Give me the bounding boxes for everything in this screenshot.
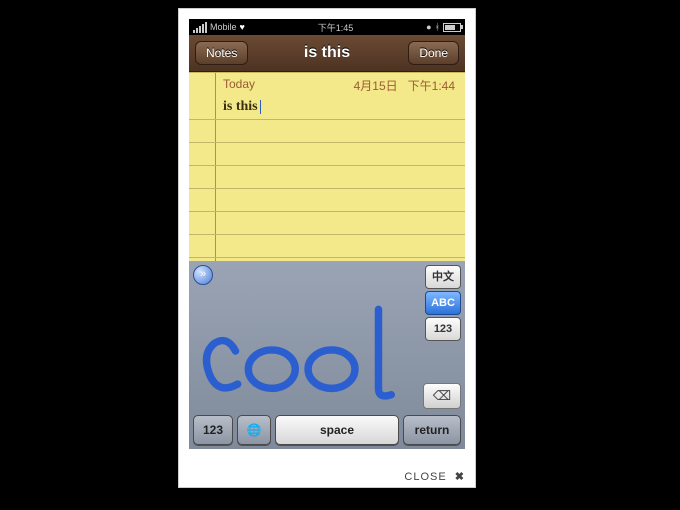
- note-time: 下午1:44: [408, 79, 455, 93]
- mode-chinese[interactable]: 中文: [425, 265, 461, 289]
- handwriting-strokes: [195, 289, 419, 413]
- space-key[interactable]: space: [275, 415, 399, 445]
- return-key[interactable]: return: [403, 415, 461, 445]
- expand-candidates-button[interactable]: »: [193, 265, 213, 285]
- back-button[interactable]: Notes: [195, 41, 248, 65]
- text-cursor: [260, 100, 261, 114]
- ruled-lines: [189, 97, 465, 263]
- note-body[interactable]: is this: [223, 99, 261, 115]
- heart-icon: ♥: [240, 22, 245, 32]
- keyboard-bottom-row: 123 🌐 space return: [193, 415, 461, 445]
- numbers-key[interactable]: 123: [193, 415, 233, 445]
- close-label: CLOSE: [404, 471, 446, 483]
- signal-icon: [193, 22, 207, 33]
- input-mode-switcher: 中文 ABC 123: [425, 265, 461, 341]
- mode-123[interactable]: 123: [425, 317, 461, 341]
- screenshot: Mobile ♥ 下午1:45 ● ᚼ Notes is this Done: [189, 19, 465, 449]
- status-bar: Mobile ♥ 下午1:45 ● ᚼ: [189, 19, 465, 35]
- close-button[interactable]: CLOSE ✖: [404, 470, 465, 483]
- mode-abc[interactable]: ABC: [425, 291, 461, 315]
- note-today-label: Today: [223, 77, 255, 94]
- note-body-text: is this: [223, 99, 258, 114]
- handwriting-area[interactable]: [195, 289, 419, 413]
- globe-key[interactable]: 🌐: [237, 415, 271, 445]
- note-paper[interactable]: Today 4月15日 下午1:44 is this: [189, 72, 465, 263]
- battery-icon: [443, 23, 461, 32]
- note-date: 4月15日: [354, 79, 398, 93]
- lightbox-frame: Mobile ♥ 下午1:45 ● ᚼ Notes is this Done: [178, 8, 476, 488]
- nav-bar: Notes is this Done: [189, 35, 465, 72]
- status-icons: ●: [426, 22, 431, 32]
- delete-key[interactable]: ⌫: [423, 383, 461, 409]
- carrier-label: Mobile: [210, 22, 237, 32]
- status-time: 下午1:45: [318, 21, 354, 34]
- bluetooth-icon: ᚼ: [435, 22, 440, 32]
- handwriting-keyboard: » 中文 ABC 123 ⌫: [189, 261, 465, 449]
- close-icon: ✖: [455, 471, 465, 483]
- done-button[interactable]: Done: [408, 41, 459, 65]
